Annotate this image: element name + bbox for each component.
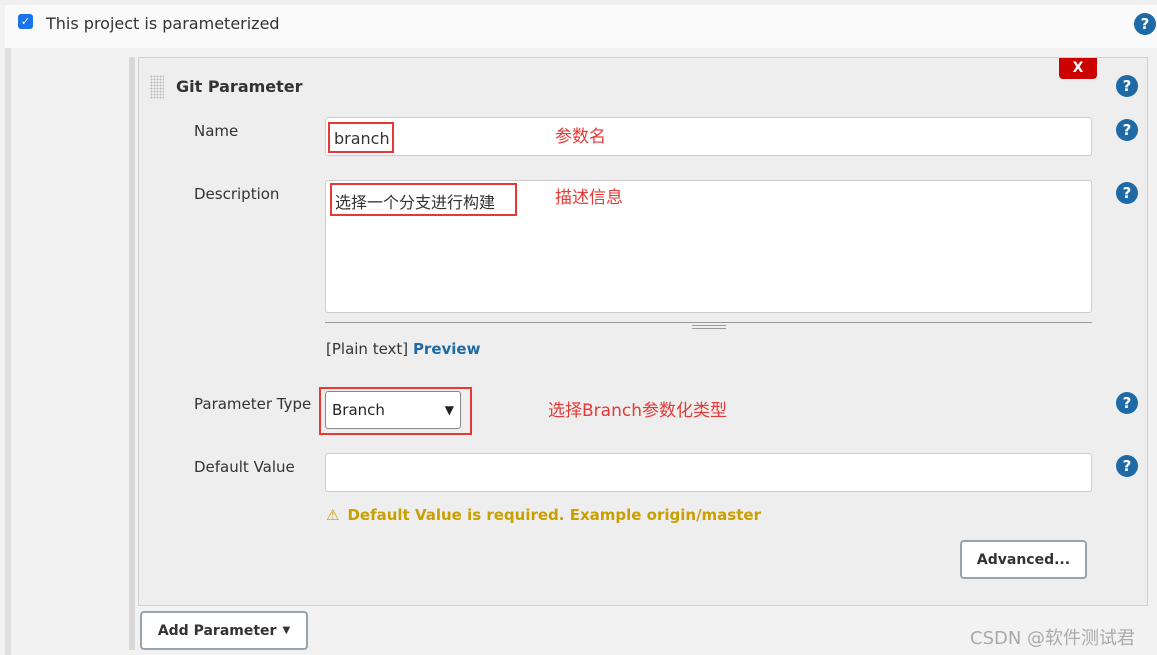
parameterized-label: This project is parameterized <box>46 14 280 33</box>
name-label: Name <box>194 122 239 140</box>
annotation: 描述信息 <box>555 188 623 208</box>
advanced-button[interactable]: Advanced... <box>960 540 1087 579</box>
parameter-type-value: Branch <box>332 401 385 419</box>
help-icon[interactable]: ? <box>1116 75 1138 97</box>
help-icon[interactable]: ? <box>1116 182 1138 204</box>
parameter-type-label: Parameter Type <box>194 395 312 413</box>
delete-button[interactable]: X <box>1059 58 1097 79</box>
caret-down-icon: ▼ <box>282 625 291 636</box>
name-value: branch <box>328 122 394 153</box>
drag-handle-icon[interactable] <box>150 75 164 99</box>
chevron-down-icon: ▼ <box>444 403 454 417</box>
add-parameter-label: Add Parameter <box>157 622 277 639</box>
help-icon[interactable]: ? <box>1116 455 1138 477</box>
panel-title: Git Parameter <box>176 77 303 96</box>
description-label: Description <box>194 185 280 203</box>
resize-grip-icon[interactable] <box>692 325 726 329</box>
warning-text: Default Value is required. Example origi… <box>347 506 761 524</box>
annotation: 选择Branch参数化类型 <box>548 401 727 421</box>
help-icon[interactable]: ? <box>1116 392 1138 414</box>
default-value-label: Default Value <box>194 458 295 476</box>
watermark: CSDN @软件测试君 <box>970 628 1136 649</box>
warning-message: ⚠ Default Value is required. Example ori… <box>326 506 761 524</box>
left-border <box>5 48 11 655</box>
parameterized-checkbox[interactable]: ✓ <box>18 14 33 29</box>
default-value-input[interactable] <box>325 453 1092 492</box>
add-parameter-button[interactable]: Add Parameter ▼ <box>140 611 308 650</box>
help-icon[interactable]: ? <box>1134 13 1156 35</box>
description-value: 选择一个分支进行构建 <box>330 183 517 216</box>
warning-icon: ⚠ <box>326 506 340 524</box>
parameter-left-bar <box>129 57 135 650</box>
parameter-type-select[interactable]: Branch ▼ <box>325 391 461 429</box>
plain-text-label: [Plain text] <box>326 340 409 358</box>
help-icon[interactable]: ? <box>1116 119 1138 141</box>
preview-link[interactable]: Preview <box>413 340 481 358</box>
name-input[interactable] <box>325 117 1092 156</box>
annotation: 参数名 <box>555 127 606 147</box>
